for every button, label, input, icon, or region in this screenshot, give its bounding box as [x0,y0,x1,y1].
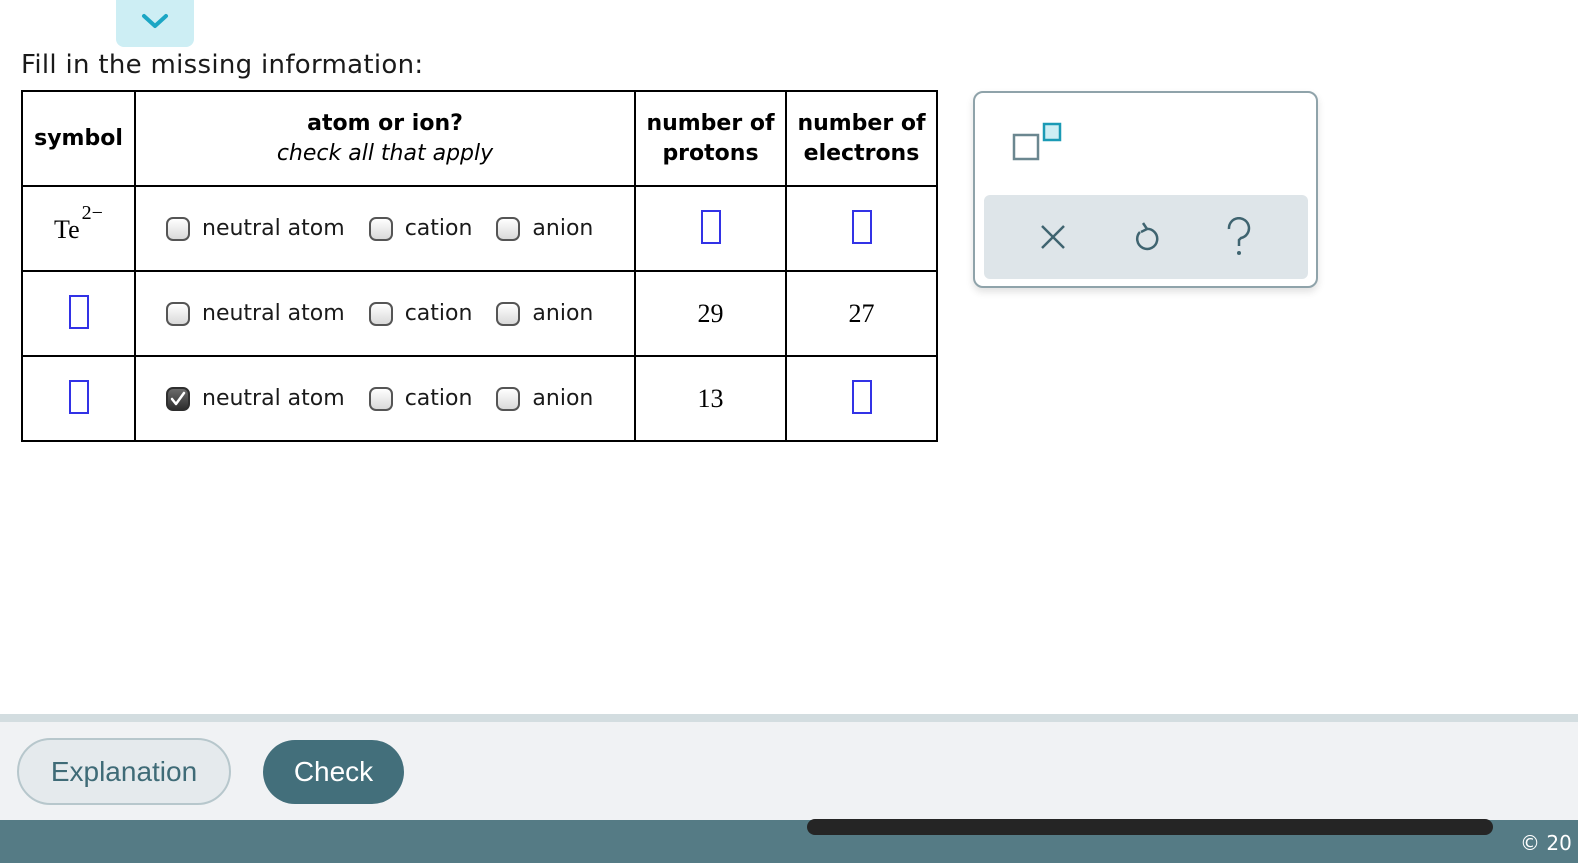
checkbox-cation[interactable] [368,386,393,411]
electrons-cell [785,355,938,442]
footer-divider [0,714,1578,722]
header-protons-line1: number of [646,110,775,136]
chevron-down-icon [142,13,168,28]
checkbox-neutral-atom[interactable] [166,216,190,241]
ion-charge: 2− [81,201,103,224]
option-anion[interactable]: anion [496,216,593,241]
atom-or-ion-cell: neutral atom cation anion [134,355,636,442]
option-label: anion [532,386,594,411]
symbol-cell [21,270,136,357]
atom-or-ion-cell: neutral atom cation anion [134,270,636,357]
option-anion[interactable]: anion [496,301,593,326]
table-row: neutral atom cation anion 29 27 [21,270,938,357]
checkbox-anion[interactable] [496,301,521,326]
header-atom-or-ion-subtitle: check all that apply [276,140,494,166]
checkmark-icon [170,391,186,405]
electrons-value: 27 [848,298,875,328]
checkbox-cation[interactable] [368,216,393,241]
check-button[interactable]: Check [263,740,404,804]
header-electrons: number of electrons [785,90,938,187]
math-palette [973,91,1318,288]
palette-toolbar [984,195,1308,279]
protons-cell: 13 [634,355,787,442]
header-atom-or-ion-title: atom or ion? [307,110,463,136]
protons-cell [634,185,787,272]
close-icon [1040,225,1065,249]
collapse-toggle[interactable] [116,0,194,47]
checkbox-anion[interactable] [496,216,521,241]
symbol-input[interactable] [68,379,89,414]
help-icon [1228,217,1251,255]
option-anion[interactable]: anion [496,386,593,411]
option-neutral-atom[interactable]: neutral atom [166,386,345,411]
superscript-template-icon [1012,122,1062,161]
protons-value: 29 [697,298,724,328]
option-cation[interactable]: cation [368,386,473,411]
header-row: symbol atom or ion? check all that apply… [21,90,938,187]
electrons-input[interactable] [851,209,872,244]
protons-cell: 29 [634,270,787,357]
option-cation[interactable]: cation [368,216,473,241]
header-electrons-line1: number of [797,110,926,136]
header-symbol: symbol [21,90,136,187]
option-label: cation [404,216,473,241]
electrons-cell: 27 [785,270,938,357]
copyright-text: © 20 [1520,831,1572,855]
explanation-button[interactable]: Explanation [17,738,231,805]
undo-icon [1135,222,1159,251]
help-button[interactable] [1219,217,1259,257]
header-protons-line2: protons [662,140,759,166]
table-row: Te2− neutral atom cation anion [21,185,938,272]
header-protons: number of protons [634,90,787,187]
symbol-input[interactable] [68,294,89,329]
undo-button[interactable] [1126,217,1166,257]
option-neutral-atom[interactable]: neutral atom [166,301,345,326]
option-label: neutral atom [202,386,345,411]
clear-button[interactable] [1033,217,1073,257]
checkbox-anion[interactable] [496,386,521,411]
protons-value: 13 [697,383,724,413]
symbol-cell: Te2− [21,185,136,272]
footer-bar [0,722,1578,820]
option-label: neutral atom [202,301,345,326]
electrons-input[interactable] [851,379,872,414]
header-atom-or-ion: atom or ion? check all that apply [134,90,636,187]
option-neutral-atom[interactable]: neutral atom [166,216,345,241]
horizontal-scrollbar[interactable] [807,819,1493,835]
atom-or-ion-cell: neutral atom cation anion [134,185,636,272]
option-label: anion [532,216,594,241]
option-label: neutral atom [202,216,345,241]
electrons-cell [785,185,938,272]
protons-input[interactable] [700,209,721,244]
option-label: cation [404,386,473,411]
option-label: anion [532,301,594,326]
checkbox-neutral-atom[interactable] [166,386,190,411]
ion-table: symbol atom or ion? check all that apply… [21,90,938,442]
header-electrons-line2: electrons [803,140,920,166]
table-row: neutral atom cation anion 13 [21,355,938,442]
checkbox-neutral-atom[interactable] [166,301,190,326]
question-prompt: Fill in the missing information: [21,50,424,80]
option-cation[interactable]: cation [368,301,473,326]
symbol-cell [21,355,136,442]
element-symbol: Te [54,215,80,245]
ion-symbol: Te2− [54,202,103,245]
superscript-button[interactable] [1011,121,1066,166]
checkbox-cation[interactable] [368,301,393,326]
option-label: cation [404,301,473,326]
